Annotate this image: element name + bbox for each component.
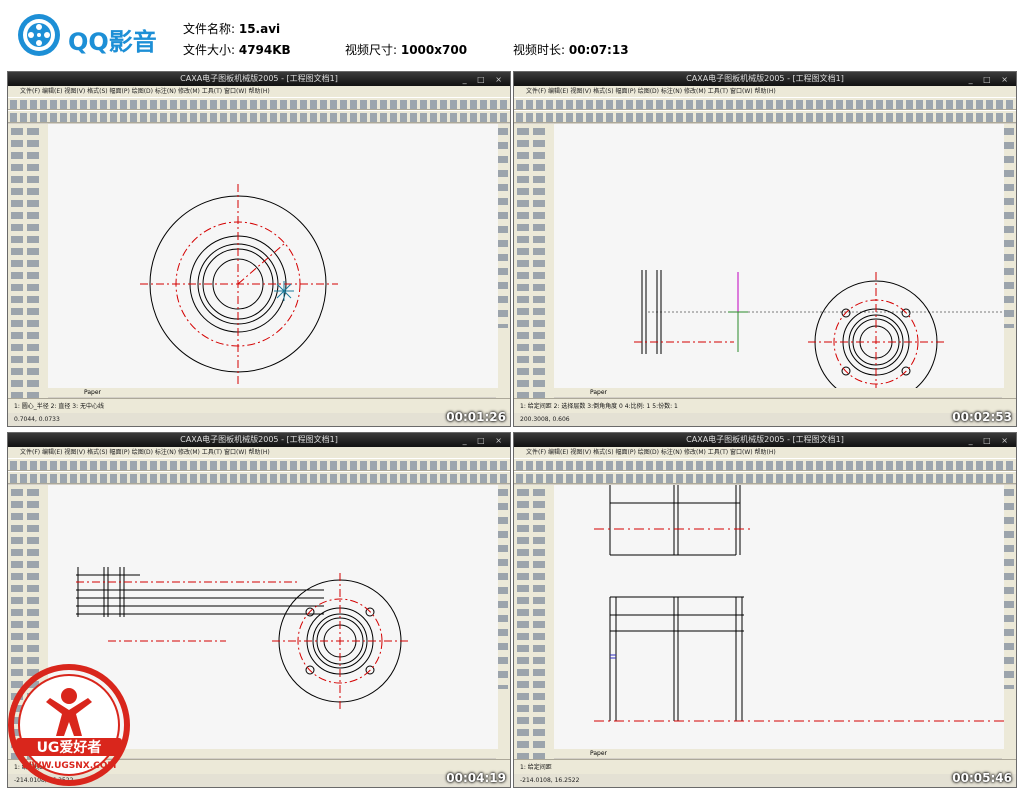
flange-with-bolt-holes-drawing (634, 270, 1004, 388)
properties-toolbar[interactable] (8, 110, 510, 123)
app-name: QQ影音 (68, 28, 157, 56)
window-controls-icon[interactable]: _ □ × (969, 73, 1012, 87)
layout-tabs[interactable]: Paper (48, 388, 498, 397)
qq-player-logo-icon (18, 14, 60, 56)
edit-toolbar[interactable] (1002, 124, 1016, 404)
duration-value: 00:07:13 (568, 43, 629, 57)
drawing-canvas[interactable] (48, 124, 498, 388)
frame-1[interactable]: CAXA电子图板机械版2005 - [工程图文档1] _ □ × 文件(F) 编辑… (7, 71, 511, 427)
properties-toolbar[interactable] (8, 471, 510, 484)
edit-toolbar[interactable] (496, 485, 510, 765)
frame-4[interactable]: CAXA电子图板机械版2005 - [工程图文档1] _ □ × 文件(F) 编辑… (513, 432, 1017, 788)
info-header: QQ影音 文件名称: 15.avi 文件大小: 4794KB 视频尺寸: 100… (0, 0, 1024, 68)
command-options[interactable]: 1: 圆心_半径 2: 直径 3: 无中心线 (8, 398, 510, 413)
status-coordinates: 0.7044, 0.0733 (8, 413, 510, 426)
standard-toolbar[interactable] (514, 97, 1016, 110)
window-titlebar: CAXA电子图板机械版2005 - [工程图文档1] _ □ × (8, 72, 510, 86)
properties-toolbar[interactable] (514, 110, 1016, 123)
layout-tabs[interactable]: Paper (554, 749, 1004, 758)
file-name-row: 文件名称: 15.avi (183, 20, 280, 37)
flange-drawing (140, 184, 338, 384)
window-titlebar: CAXA电子图板机械版2005 - [工程图文档1] _ □ × (514, 433, 1016, 447)
drawing-canvas[interactable] (554, 485, 1004, 749)
window-titlebar: CAXA电子图板机械版2005 - [工程图文档1] _ □ × (8, 433, 510, 447)
file-name-label: 文件名称: (183, 22, 239, 36)
properties-toolbar[interactable] (514, 471, 1016, 484)
menu-bar[interactable]: 文件(F) 编辑(E) 视图(V) 格式(S) 幅面(P) 绘图(D) 标注(N… (8, 447, 510, 458)
standard-toolbar[interactable] (8, 458, 510, 471)
frame-timestamp: 00:05:46 (952, 771, 1012, 785)
status-coordinates: 200.3008, 0.606 (514, 413, 1016, 426)
video-size-label: 视频尺寸: (345, 43, 401, 57)
frame-2[interactable]: CAXA电子图板机械版2005 - [工程图文档1] _ □ × 文件(F) 编辑… (513, 71, 1017, 427)
crosshair-cursor-icon (274, 281, 294, 301)
ugsnx-watermark-logo-icon: UG爱好者 WWW.UGSNX.COM (8, 664, 130, 786)
draw-toolbar[interactable] (8, 124, 48, 404)
draw-toolbar[interactable] (514, 485, 554, 765)
layout-tabs[interactable]: Paper (554, 388, 1004, 397)
video-size-value: 1000x700 (400, 43, 468, 57)
menu-bar[interactable]: 文件(F) 编辑(E) 视图(V) 格式(S) 幅面(P) 绘图(D) 标注(N… (514, 447, 1016, 458)
video-size-row: 视频尺寸: 1000x700 (345, 41, 467, 58)
standard-toolbar[interactable] (8, 97, 510, 110)
tab-paper[interactable]: Paper (590, 750, 607, 757)
command-options[interactable]: 1: 给定间距 2: 选择层数 3:倒角角度 0 4:比例: 1 5:份数: 1 (514, 398, 1016, 413)
frame-timestamp: 00:04:19 (446, 771, 506, 785)
status-coordinates: -214.0108, 16.2522 (514, 774, 1016, 787)
section-view-drawing (594, 485, 1004, 722)
file-name-value: 15.avi (238, 22, 281, 36)
command-options[interactable]: 1: 给定间距 (514, 759, 1016, 774)
watermark-brand: UG爱好者 (37, 739, 102, 756)
menu-bar[interactable]: 文件(F) 编辑(E) 视图(V) 格式(S) 幅面(P) 绘图(D) 标注(N… (8, 86, 510, 97)
draw-toolbar[interactable] (514, 124, 554, 404)
window-titlebar: CAXA电子图板机械版2005 - [工程图文档1] _ □ × (514, 72, 1016, 86)
window-controls-icon[interactable]: _ □ × (463, 73, 506, 87)
menu-bar[interactable]: 文件(F) 编辑(E) 视图(V) 格式(S) 幅面(P) 绘图(D) 标注(N… (514, 86, 1016, 97)
tab-paper[interactable]: Paper (590, 389, 607, 396)
frame-timestamp: 00:01:26 (446, 410, 506, 424)
tab-paper[interactable]: Paper (84, 389, 101, 396)
edit-toolbar[interactable] (496, 124, 510, 404)
duration-label: 视频时长: (513, 43, 569, 57)
video-thumbnail-sheet: QQ影音 文件名称: 15.avi 文件大小: 4794KB 视频尺寸: 100… (0, 0, 1024, 793)
window-controls-icon[interactable]: _ □ × (463, 434, 506, 448)
file-size-row: 文件大小: 4794KB (183, 41, 291, 58)
frame-timestamp: 00:02:53 (952, 410, 1012, 424)
duration-row: 视频时长: 00:07:13 (513, 41, 629, 58)
edit-toolbar[interactable] (1002, 485, 1016, 765)
file-size-label: 文件大小: (183, 43, 239, 57)
standard-toolbar[interactable] (514, 458, 1016, 471)
drawing-canvas[interactable] (554, 124, 1004, 388)
watermark-url: WWW.UGSNX.COM (22, 761, 117, 771)
file-size-value: 4794KB (238, 43, 291, 57)
window-controls-icon[interactable]: _ □ × (969, 434, 1012, 448)
